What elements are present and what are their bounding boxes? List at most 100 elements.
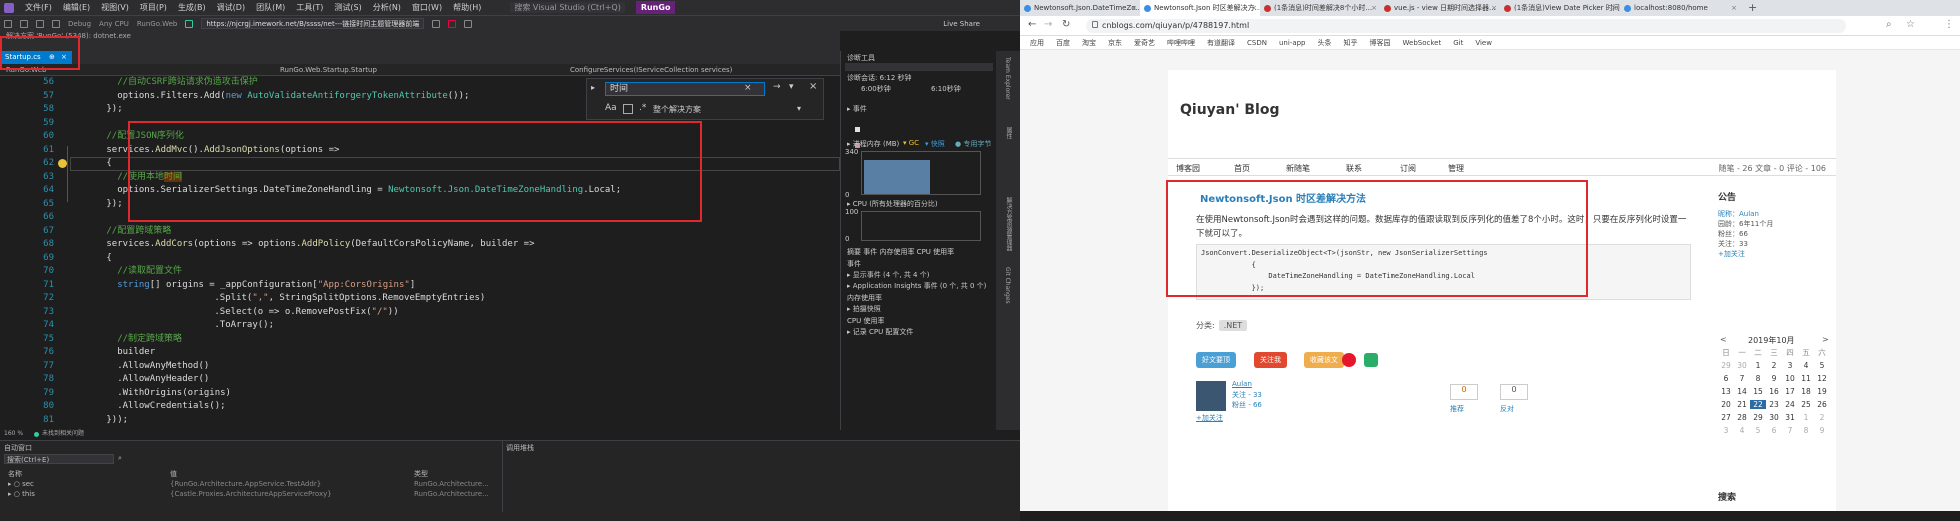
forward-icon[interactable]: → [1044,19,1052,30]
debug-url-dropdown[interactable]: https://njcrgj.imework.net/B/ssss/net---… [201,18,425,29]
side-tool-tab[interactable]: Team Explorer [1004,57,1011,100]
col-type[interactable]: 类型 [414,469,428,479]
menu-item[interactable]: 测试(S) [334,2,361,13]
tab-close-icon[interactable]: × [1131,0,1137,16]
code-line[interactable]: .Split(",", StringSplitOptions.RemoveEmp… [214,292,485,306]
autos-row-name[interactable]: ▸ ○ this [8,490,35,498]
calendar-day[interactable]: 29 [1718,361,1734,370]
reload-icon[interactable]: ↻ [1062,19,1070,30]
forward-icon[interactable] [20,19,28,28]
menu-item[interactable]: 调试(D) [217,2,245,13]
zoom-level[interactable]: 160 % [4,430,23,438]
code-line[interactable]: //配置跨域策略 [106,225,171,239]
menu-icon[interactable]: ⋮ [1944,19,1954,30]
code-line[interactable]: }); [106,198,122,212]
autos-row-name[interactable]: ▸ ○ sec [8,480,34,488]
downvote-count[interactable]: 0 [1500,384,1528,400]
calendar-day[interactable]: 29 [1750,413,1766,422]
tab-close-icon[interactable]: × [1251,0,1257,16]
calendar-day[interactable]: 2 [1766,361,1782,370]
bookmark-item[interactable]: View [1475,36,1492,49]
bookmark-star-icon[interactable]: ☆ [1906,19,1915,30]
calendar-day[interactable]: 12 [1814,374,1830,383]
browser-tab[interactable]: (1条消息)时间差解决8个小时... × [1260,0,1380,16]
calendar-day[interactable]: 8 [1750,374,1766,383]
save-all-icon[interactable] [52,19,60,28]
code-line[interactable]: .AllowAnyHeader() [117,373,209,387]
browser-tab[interactable]: vue.js - view 日期时间选择器... × [1380,0,1500,16]
calendar-day[interactable]: 22 [1750,400,1766,409]
side-tool-tab[interactable]: 解决方案资源管理器 [1004,197,1013,251]
code-line[interactable]: .Select(o => o.RemovePostFix("/")) [214,306,398,320]
find-next-icon[interactable]: → [773,82,781,92]
lock-icon[interactable] [1092,21,1098,28]
code-line[interactable]: .WithOrigins(origins) [117,387,231,401]
expand-replace-icon[interactable]: ▸ [591,83,595,92]
calendar-day[interactable]: 24 [1782,400,1798,409]
bookmark-item[interactable]: 头条 [1318,36,1332,49]
blog-nav-item[interactable]: 订阅 [1400,163,1416,174]
browser-tab[interactable]: Newtonsoft.Json 时区差解决方... × [1140,0,1260,16]
code-line[interactable]: { [106,252,111,266]
menu-item[interactable]: 团队(M) [256,2,285,13]
calendar-day[interactable]: 6 [1718,374,1734,383]
calendar-day[interactable]: 23 [1766,400,1782,409]
share-button[interactable]: 好文要顶 [1196,352,1236,368]
nav-method-dropdown[interactable]: ConfigureServices(IServiceCollection ser… [570,64,732,76]
side-tool-tab[interactable]: 属性 [1004,127,1013,139]
whole-word-icon[interactable] [623,104,633,114]
menu-item[interactable]: 分析(N) [373,2,401,13]
calendar-day[interactable]: 1 [1798,413,1814,422]
browser-tab[interactable]: localhost:8080/home × [1620,0,1740,16]
add-follow-link[interactable]: +加关注 [1196,413,1223,423]
avatar[interactable] [1196,381,1226,411]
menu-item[interactable]: 帮助(H) [453,2,481,13]
zoom-icon[interactable]: ⌕ [1886,19,1892,30]
lightbulb-icon[interactable] [58,159,67,168]
code-line[interactable]: .AllowCredentials(); [117,400,225,414]
weibo-icon[interactable] [1342,353,1356,367]
back-icon[interactable]: ← [1028,19,1036,30]
bookmark-item[interactable]: 有道翻译 [1207,36,1235,49]
calendar-day[interactable]: 1 [1750,361,1766,370]
run-project-label[interactable]: RunGo [635,1,676,14]
autos-search-input[interactable]: 搜索(Ctrl+E) [4,454,114,464]
code-line[interactable]: string[] origins = _appConfiguration["Ap… [117,279,415,293]
menu-item[interactable]: 窗口(W) [412,2,442,13]
save-icon[interactable] [36,19,44,28]
author-follow[interactable]: 关注 - 33 [1232,390,1262,400]
calendar-day[interactable]: 5 [1814,361,1830,370]
calendar-prev-icon[interactable]: < [1720,335,1727,344]
blog-nav-item[interactable]: 联系 [1346,163,1362,174]
find-options-icon[interactable]: ▾ [789,82,794,92]
col-name[interactable]: 名称 [8,469,22,479]
calendar-day[interactable]: 7 [1734,374,1750,383]
scope-chevron-down-icon[interactable]: ▾ [797,104,801,113]
blog-nav-item[interactable]: 管理 [1448,163,1464,174]
tab-close-icon[interactable]: × [1371,0,1377,16]
diag-ev1[interactable]: ▸ 显示事件 (4 个, 共 4 个) [847,270,929,280]
share-button[interactable]: 收藏该文 [1304,352,1344,368]
bookmark-item[interactable]: 博客园 [1370,36,1391,49]
calendar-day[interactable]: 11 [1798,374,1814,383]
calendar-day[interactable]: 4 [1734,426,1750,435]
stop-icon[interactable] [448,19,457,28]
code-line[interactable]: { [106,157,111,171]
code-line[interactable]: options.Filters.Add(new AutoValidateAnti… [117,90,469,104]
search-icon[interactable]: ⌕ [118,454,122,463]
code-line[interactable]: services.AddCors(options => options.AddP… [106,238,534,252]
bookmark-item[interactable]: 京东 [1108,36,1122,49]
url-input[interactable]: cnblogs.com/qiuyan/p/4788197.html [1086,19,1846,33]
upvote-count[interactable]: 0 [1450,384,1478,400]
code-line[interactable]: //读取配置文件 [117,265,182,279]
author-link[interactable]: Aulan [1232,380,1252,388]
calendar-day[interactable]: 15 [1750,387,1766,396]
find-input[interactable]: 时间 [605,82,765,96]
nav-class-dropdown[interactable]: RunGo.Web.Startup.Startup [280,64,377,76]
bookmark-item[interactable]: 应用 [1030,36,1044,49]
code-line[interactable]: .AllowAnyMethod() [117,360,209,374]
menu-item[interactable]: 项目(P) [140,2,167,13]
notice-line[interactable]: 昵称：Aulan [1718,209,1828,219]
code-line[interactable]: })); [106,414,128,428]
diag-cpu-item[interactable]: ▸ 记录 CPU 配置文件 [847,327,913,337]
